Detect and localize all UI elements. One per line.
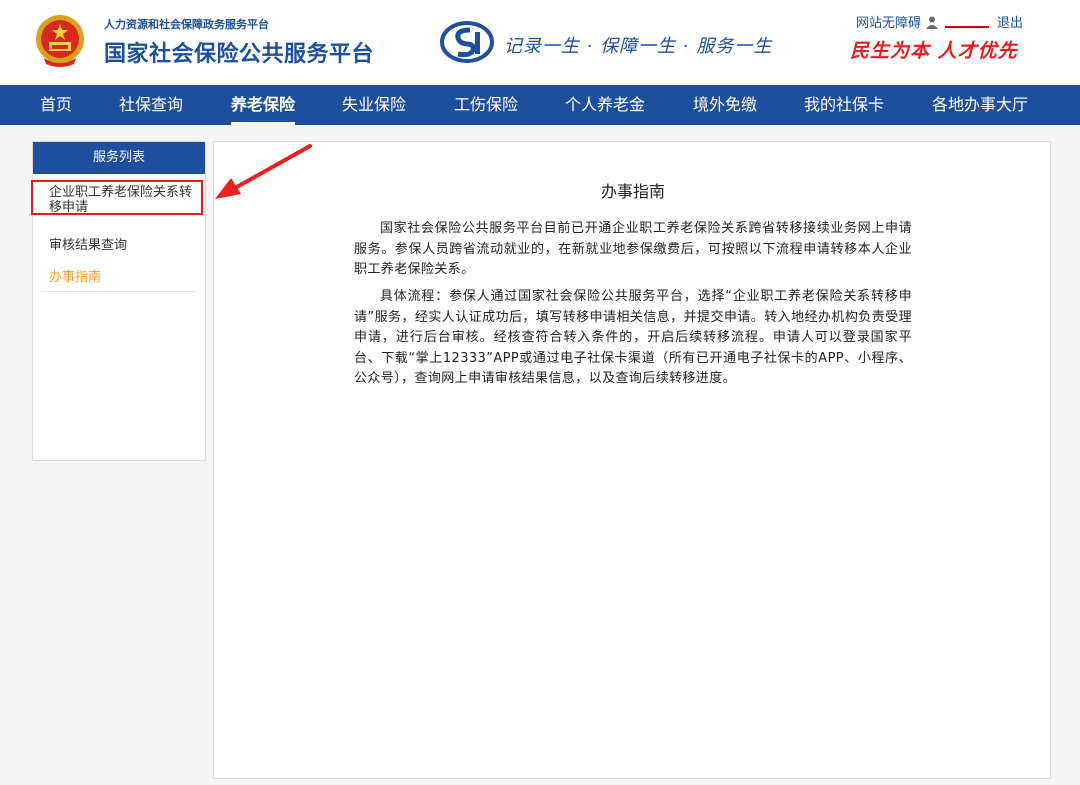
nav-home[interactable]: 首页 [40,85,72,125]
nav-social-security-query[interactable]: 社保查询 [119,85,183,125]
org-subtitle: 人力资源和社会保障政务服务平台 [104,18,269,31]
main-content-panel: 办事指南 国家社会保险公共服务平台目前已开通企业职工养老保险关系跨省转移接续业务… [213,141,1051,779]
logout-link[interactable]: 退出 [997,12,1023,31]
guide-paragraph-process: 具体流程：参保人通过国家社会保险公共服务平台，选择“企业职工养老保险关系转移申请… [354,289,912,386]
nav-pension-insurance[interactable]: 养老保险 [231,85,296,125]
highlight-annotation-box [31,180,203,215]
slogan-text: 记录一生 · 保障一生 · 服务一生 [504,36,773,57]
nav-unemployment-insurance[interactable]: 失业保险 [342,85,406,125]
main-nav: 首页 社保查询 养老保险 失业保险 工伤保险 个人养老金 境外免缴 我的社保卡 … [0,85,1080,125]
user-icon [926,16,939,29]
nav-local-service-halls[interactable]: 各地办事大厅 [932,85,1028,125]
sidebar-item-review-result-query[interactable]: 审核结果查询 [49,234,127,253]
guide-paragraph-intro: 国家社会保险公共服务平台目前已开通企业职工养老保险关系跨省转移接续业务网上申请服… [354,221,912,277]
user-name [945,16,990,28]
site-header: 人力资源和社会保障政务服务平台 国家社会保险公共服务平台 记录一生 · 保障一生… [0,0,1080,85]
nav-my-social-security-card[interactable]: 我的社保卡 [804,85,884,125]
sidebar-item-service-guide[interactable]: 办事指南 [49,266,101,285]
red-arrow-annotation-icon [215,144,312,199]
nav-work-injury-insurance[interactable]: 工伤保险 [454,85,518,125]
motto-text: 民生为本 人才优先 [850,40,1018,62]
page-title: 办事指南 [600,182,665,201]
nav-overseas-exemption[interactable]: 境外免缴 [693,85,757,125]
sidebar-divider [41,291,197,292]
top-links: 网站无障碍 退出 [856,12,1023,31]
accessibility-link[interactable]: 网站无障碍 [856,12,921,31]
sidebar-title: 服务列表 [33,142,205,174]
nav-personal-pension[interactable]: 个人养老金 [565,85,645,125]
social-insurance-logo-icon [440,21,494,63]
site-title[interactable]: 国家社会保险公共服务平台 [104,36,374,68]
national-emblem-icon [36,15,84,67]
